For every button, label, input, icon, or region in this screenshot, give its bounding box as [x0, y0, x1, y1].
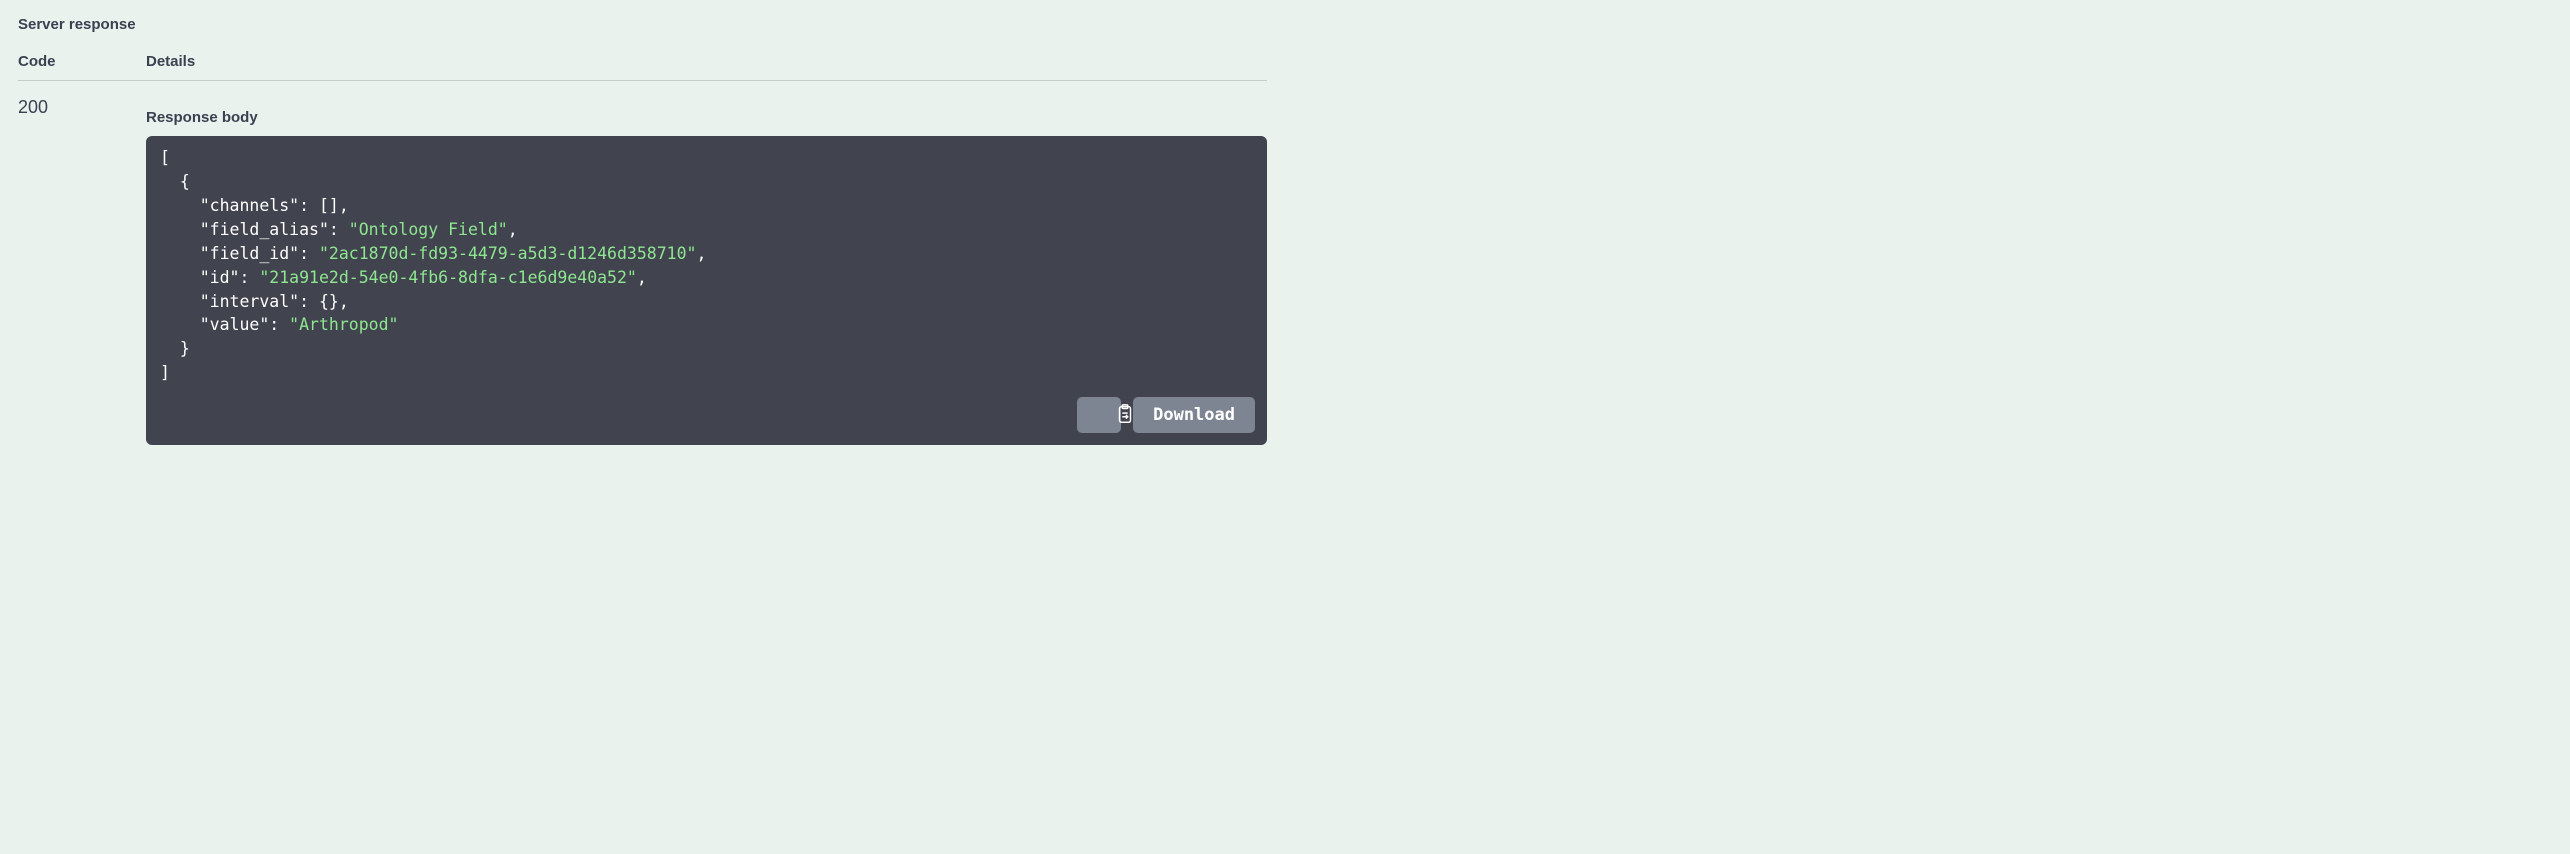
- json-key-field-alias: "field_alias": [200, 220, 329, 239]
- json-val-channels: []: [319, 196, 339, 215]
- json-key-channels: "channels": [200, 196, 299, 215]
- response-body-code: [ { "channels": [], "field_alias": "Onto…: [146, 136, 1267, 445]
- response-body-label: Response body: [146, 109, 1267, 126]
- json-val-field-id: "2ac1870d-fd93-4479-a5d3-d1246d358710": [319, 244, 697, 263]
- column-header-code: Code: [18, 53, 146, 70]
- json-val-value: "Arthropod": [289, 315, 398, 334]
- json-key-interval: "interval": [200, 292, 299, 311]
- section-title: Server response: [18, 16, 1267, 33]
- copy-button[interactable]: [1077, 397, 1121, 433]
- json-val-interval: {}: [319, 292, 339, 311]
- response-table: Code Details 200 Response body [ { "chan…: [18, 53, 1267, 445]
- json-key-id: "id": [200, 268, 240, 287]
- column-header-details: Details: [146, 53, 1267, 70]
- clipboard-icon: [1062, 388, 1136, 443]
- json-val-field-alias: "Ontology Field": [349, 220, 508, 239]
- status-code: 200: [18, 95, 146, 118]
- table-row: 200 Response body [ { "channels": [], "f…: [18, 95, 1267, 445]
- table-header-row: Code Details: [18, 53, 1267, 81]
- download-button[interactable]: Download: [1133, 397, 1255, 433]
- json-key-field-id: "field_id": [200, 244, 299, 263]
- json-key-value: "value": [200, 315, 270, 334]
- json-val-id: "21a91e2d-54e0-4fb6-8dfa-c1e6d9e40a52": [259, 268, 637, 287]
